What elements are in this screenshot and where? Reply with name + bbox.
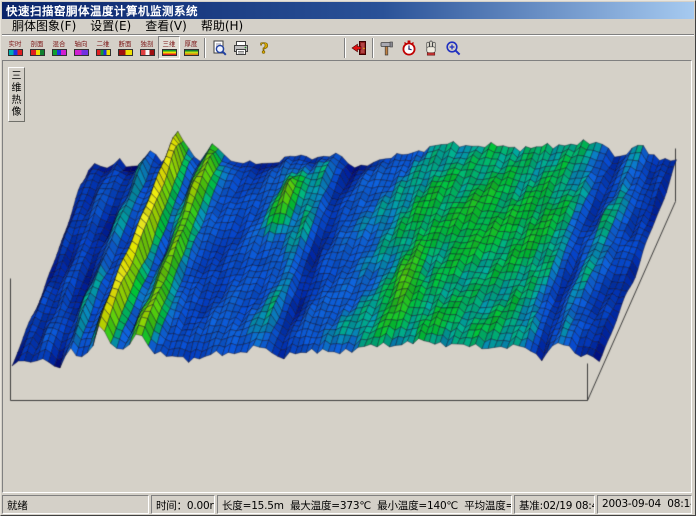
print-icon xyxy=(233,40,249,56)
realtime-view-icon xyxy=(8,49,23,56)
tab-label: 三维热像 xyxy=(11,71,23,119)
mixed-view-icon: 混合 xyxy=(53,40,66,47)
toolbar-button-section[interactable]: 剖面 xyxy=(26,36,48,59)
realtime-view-icon: 实时 xyxy=(9,40,22,47)
menu-kiln-image[interactable]: 胴体图象(F) xyxy=(5,19,83,34)
thickness-view-icon: 厚度 xyxy=(185,40,198,47)
menu-settings[interactable]: 设置(E) xyxy=(83,19,138,34)
menu-bar: 胴体图象(F) 设置(E) 查看(V) 帮助(H) xyxy=(2,19,694,34)
toolbar: 实时 剖面 混合 轴向 二维 断面 独剖 三维 厚度 xyxy=(2,34,694,60)
hammer-icon xyxy=(379,40,395,56)
axial-view-icon xyxy=(74,49,89,56)
toolbar-button-axial[interactable]: 轴向 xyxy=(70,36,92,59)
section-view-icon xyxy=(30,49,45,56)
toolbar-button-3d[interactable]: 三维 xyxy=(158,36,180,59)
mixed-view-icon xyxy=(52,49,67,56)
client-area: 三维热像 xyxy=(2,60,692,493)
status-ready: 就绪 xyxy=(2,495,149,514)
status-baseline: 基准:02/19 08:45 xyxy=(514,495,595,514)
help-icon: ? xyxy=(255,40,271,56)
svg-text:?: ? xyxy=(260,40,269,56)
manual-button[interactable] xyxy=(420,36,442,59)
toolbar-separator xyxy=(372,38,374,58)
thermal-3d-surface[interactable] xyxy=(3,61,691,492)
axial-view-icon: 轴向 xyxy=(75,40,88,47)
zoom-in-icon xyxy=(445,40,461,56)
menu-help[interactable]: 帮助(H) xyxy=(194,19,250,34)
toolbar-button-mixed[interactable]: 混合 xyxy=(48,36,70,59)
window-title: 快速扫描窑胴体温度计算机监测系统 xyxy=(6,3,198,19)
toolbar-button-realtime[interactable]: 实时 xyxy=(4,36,26,59)
toolbar-button-cross-section[interactable]: 断面 xyxy=(114,36,136,59)
print-preview-button[interactable] xyxy=(208,36,230,59)
exit-button[interactable] xyxy=(348,36,370,59)
toolbar-button-single-section[interactable]: 独剖 xyxy=(136,36,158,59)
single-section-view-icon xyxy=(140,49,155,56)
3d-view-icon: 三维 xyxy=(163,40,176,47)
print-button[interactable] xyxy=(230,36,252,59)
2d-view-icon: 二维 xyxy=(97,40,110,47)
toolbar-button-thickness[interactable]: 厚度 xyxy=(180,36,202,59)
tab-3d-thermal-image[interactable]: 三维热像 xyxy=(8,67,25,122)
print-preview-icon xyxy=(211,40,227,56)
thickness-view-icon xyxy=(184,49,199,56)
hand-icon xyxy=(423,40,439,56)
toolbar-button-2d[interactable]: 二维 xyxy=(92,36,114,59)
stopwatch-icon xyxy=(401,40,417,56)
status-bar: 就绪 时间：0.00rpm 长度=15.5m 最大温度=373℃ 最小温度=14… xyxy=(2,495,694,514)
title-bar[interactable]: 快速扫描窑胴体温度计算机监测系统 xyxy=(2,2,694,19)
status-temperature-stats: 长度=15.5m 最大温度=373℃ 最小温度=140℃ 平均温度=221℃ xyxy=(217,495,512,514)
zoom-button[interactable] xyxy=(442,36,464,59)
help-button[interactable]: ? xyxy=(252,36,274,59)
3d-view-icon xyxy=(162,49,177,56)
cross-section-view-icon xyxy=(118,49,133,56)
tools-button[interactable] xyxy=(376,36,398,59)
section-view-icon: 剖面 xyxy=(31,40,44,47)
toolbar-separator xyxy=(344,38,346,58)
status-rotation-speed: 时间：0.00rpm xyxy=(151,495,215,514)
menu-view[interactable]: 查看(V) xyxy=(138,19,194,34)
exit-door-icon xyxy=(351,40,367,56)
cross-section-view-icon: 断面 xyxy=(119,40,132,47)
2d-view-icon xyxy=(96,49,111,56)
toolbar-separator xyxy=(204,38,206,58)
single-section-view-icon: 独剖 xyxy=(141,40,154,47)
status-datetime: 2003-09-04 08:14:13 xyxy=(597,495,692,514)
timer-button[interactable] xyxy=(398,36,420,59)
